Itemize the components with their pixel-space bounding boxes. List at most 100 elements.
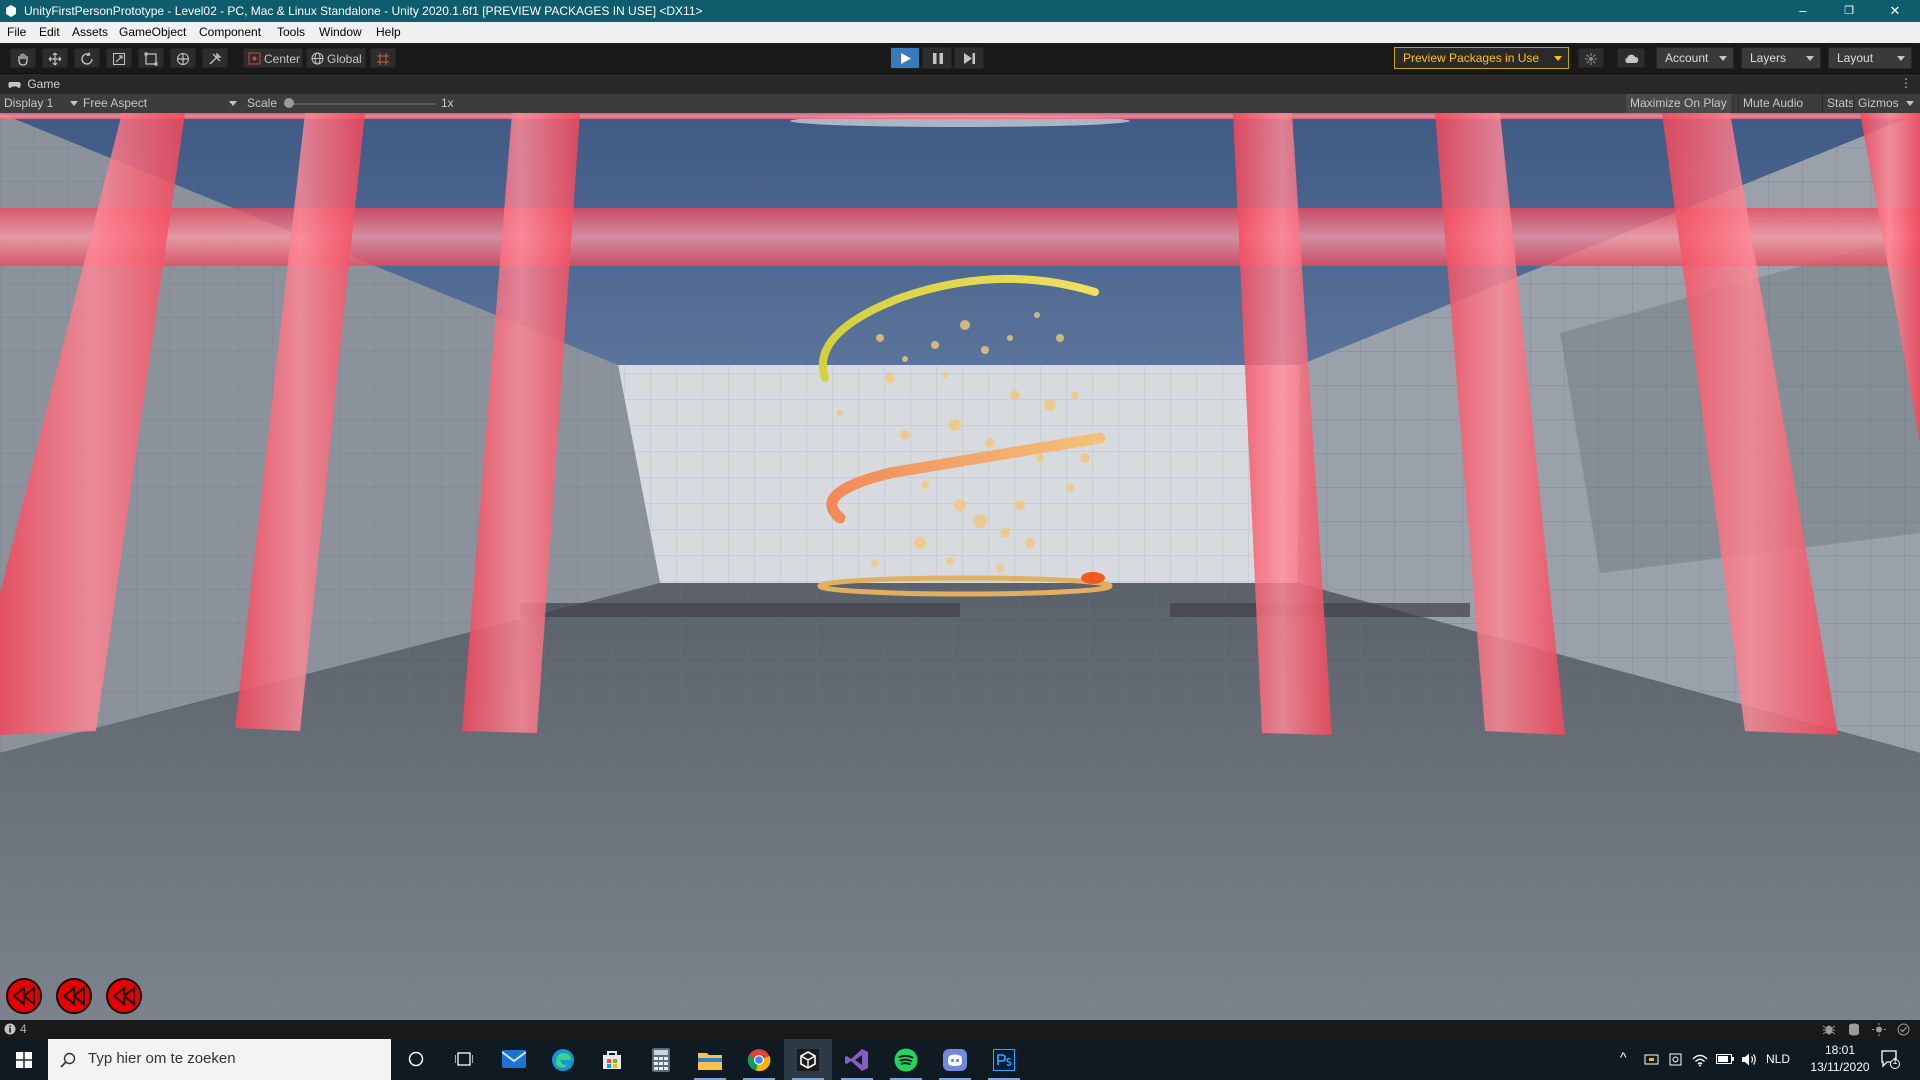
mute-audio-toggle[interactable]: Mute Audio	[1738, 94, 1807, 113]
chevron-down-icon	[1719, 56, 1727, 61]
notification-count: 1	[1892, 1056, 1898, 1066]
transform-tool-button[interactable]	[170, 48, 196, 68]
volume-icon[interactable]	[1741, 1052, 1757, 1067]
chevron-down-icon	[229, 101, 237, 106]
chevron-down-icon	[1554, 56, 1562, 61]
preview-packages-label: Preview Packages in Use	[1403, 51, 1540, 65]
cortana-button[interactable]	[392, 1039, 440, 1080]
calculator-button[interactable]	[637, 1039, 685, 1080]
game-scene	[0, 113, 1920, 1020]
discord-button[interactable]	[931, 1039, 979, 1080]
visual-studio-button[interactable]	[833, 1039, 881, 1080]
move-tool-button[interactable]	[42, 48, 68, 68]
layers-label: Layers	[1750, 51, 1787, 65]
chevron-up-icon[interactable]: ^	[1620, 1049, 1627, 1065]
lighting-icon[interactable]	[1872, 1023, 1886, 1036]
hand-icon	[18, 53, 28, 66]
clock-date[interactable]: 13/11/2020	[1800, 1060, 1880, 1074]
spotify-button[interactable]	[882, 1039, 930, 1080]
step-button[interactable]	[954, 47, 984, 69]
file-explorer-icon	[698, 1053, 722, 1070]
window-title: UnityFirstPersonPrototype - Level02 - PC…	[24, 4, 703, 18]
edge-button[interactable]	[539, 1039, 587, 1080]
chrome-icon	[747, 1049, 771, 1072]
more-options-icon[interactable]: ⋮	[1900, 76, 1912, 90]
restore-button[interactable]: ❐	[1826, 0, 1872, 22]
preview-packages-button[interactable]: Preview Packages in Use	[1394, 47, 1569, 69]
task-view-button[interactable]	[440, 1039, 488, 1080]
unity-button[interactable]	[784, 1039, 832, 1080]
progress-check-icon[interactable]	[1897, 1023, 1910, 1036]
scale-value: 1x	[441, 96, 454, 110]
task-view-icon	[455, 1052, 473, 1066]
console-count[interactable]: 4	[20, 1022, 27, 1036]
pause-icon	[933, 53, 943, 64]
scale-icon	[113, 53, 125, 65]
device-icon[interactable]	[1668, 1052, 1683, 1067]
play-button[interactable]	[890, 47, 920, 69]
menu-window[interactable]: Window	[319, 25, 362, 39]
taskbar-search[interactable]: Typ hier om te zoeken	[48, 1039, 391, 1080]
aspect-label: Free Aspect	[83, 96, 148, 110]
photoshop-button[interactable]	[980, 1039, 1028, 1080]
game-viewport[interactable]	[0, 113, 1920, 1020]
collab-icon	[1585, 53, 1597, 65]
wifi-icon[interactable]	[1692, 1052, 1708, 1067]
custom-tool-button[interactable]	[202, 48, 228, 68]
tab-game[interactable]: Game	[0, 74, 68, 94]
cloud-button[interactable]	[1617, 48, 1645, 68]
pivot-mode-toggle[interactable]: Center	[243, 48, 303, 68]
bug-icon[interactable]	[1822, 1023, 1836, 1036]
file-explorer-button[interactable]	[686, 1039, 734, 1080]
layout-dropdown[interactable]: Layout	[1828, 47, 1912, 69]
store-button[interactable]	[588, 1039, 636, 1080]
menu-file[interactable]: File	[7, 25, 26, 39]
rotate-tool-button[interactable]	[74, 48, 100, 68]
menu-bar: File Edit Assets GameObject Component To…	[0, 22, 1920, 43]
layers-dropdown[interactable]: Layers	[1741, 47, 1821, 69]
title-bar: UnityFirstPersonPrototype - Level02 - PC…	[0, 0, 1920, 22]
edge-icon	[552, 1049, 574, 1071]
discord-icon	[943, 1049, 967, 1071]
clock-time[interactable]: 18:01	[1820, 1043, 1860, 1057]
rect-tool-button[interactable]	[138, 48, 164, 68]
aspect-dropdown[interactable]: Free Aspect	[83, 96, 237, 110]
menu-help[interactable]: Help	[376, 25, 401, 39]
search-placeholder: Typ hier om te zoeken	[88, 1050, 236, 1067]
display-dropdown[interactable]: Display 1	[4, 96, 78, 110]
scale-slider-handle[interactable]	[284, 98, 294, 108]
main-toolbar: Center Global Preview Packages in Use Ac…	[0, 43, 1920, 74]
collab-button[interactable]	[1578, 48, 1604, 68]
grid-snap-button[interactable]	[370, 48, 396, 68]
menu-assets[interactable]: Assets	[72, 25, 108, 39]
hand-tool-button[interactable]	[10, 48, 36, 68]
menu-edit[interactable]: Edit	[39, 25, 60, 39]
network-adapter-icon[interactable]	[1644, 1052, 1659, 1067]
scale-tool-button[interactable]	[106, 48, 132, 68]
database-icon[interactable]	[1847, 1023, 1861, 1036]
menu-tools[interactable]: Tools	[277, 25, 305, 39]
pause-button[interactable]	[922, 47, 952, 69]
close-button[interactable]: ✕	[1872, 0, 1918, 22]
maximize-on-play-toggle[interactable]: Maximize On Play	[1626, 94, 1731, 113]
mail-button[interactable]	[490, 1039, 538, 1080]
chevron-down-icon	[1897, 56, 1905, 61]
account-label: Account	[1665, 51, 1709, 65]
scale-label: Scale	[247, 96, 278, 110]
gizmos-toggle[interactable]: Gizmos	[1853, 94, 1903, 113]
battery-icon[interactable]	[1716, 1053, 1734, 1065]
minimize-button[interactable]: –	[1780, 0, 1826, 22]
calculator-icon	[652, 1048, 670, 1072]
menu-gameobject[interactable]: GameObject	[119, 25, 186, 39]
language-indicator[interactable]: NLD	[1766, 1052, 1790, 1066]
account-dropdown[interactable]: Account	[1656, 47, 1734, 69]
tab-game-label: Game	[27, 77, 61, 91]
chrome-button[interactable]	[735, 1039, 783, 1080]
info-icon	[4, 1023, 16, 1035]
pivot-rotation-toggle[interactable]: Global	[306, 48, 366, 68]
gizmos-dropdown-icon[interactable]	[1906, 101, 1914, 106]
scale-slider-track[interactable]	[290, 103, 435, 105]
windows-start-icon[interactable]	[16, 1052, 32, 1068]
menu-component[interactable]: Component	[199, 25, 261, 39]
windows-taskbar: Typ hier om te zoeken ^ NLD 18:01 13/11/…	[0, 1039, 1920, 1080]
